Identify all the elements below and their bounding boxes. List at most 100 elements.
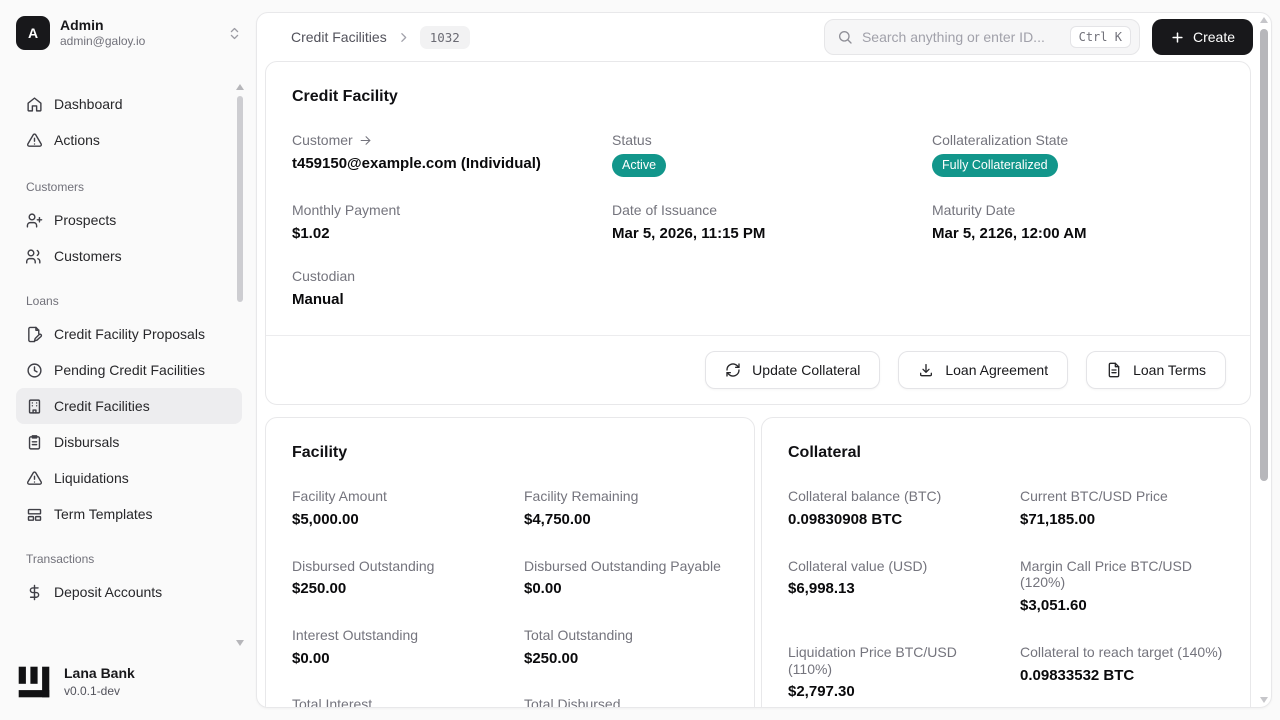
update-collateral-button[interactable]: Update Collateral: [705, 351, 881, 390]
field: Total Disbursed: [524, 696, 728, 708]
field-status: Status Active: [612, 132, 932, 177]
sidebar-item-customers[interactable]: Customers: [16, 238, 242, 274]
facility-title: Facility: [292, 444, 348, 462]
sidebar-item-label: Liquidations: [54, 470, 129, 486]
app-brand: Lana Bank v0.0.1-dev: [0, 650, 256, 720]
loan-terms-button[interactable]: Loan Terms: [1086, 351, 1226, 390]
field: Total Outstanding $250.00: [524, 627, 728, 668]
field-value: $0.00: [524, 580, 562, 598]
file-pen-icon: [26, 326, 43, 343]
sidebar-item-credit-facilities[interactable]: Credit Facilities: [16, 388, 242, 424]
field-value: $250.00: [524, 649, 579, 667]
credit-facility-fields: Customer t459150@example.com (Individual…: [292, 132, 1224, 309]
sidebar-item-label: Credit Facilities: [54, 398, 150, 414]
search-shortcut-badge: Ctrl K: [1069, 26, 1131, 48]
sidebar-item-prospects[interactable]: Prospects: [16, 202, 242, 238]
field-value: $2,797.30: [788, 683, 855, 701]
field-label: Facility Remaining: [524, 488, 639, 505]
topbar: Credit Facilities 1032 Ctrl K Create: [257, 13, 1271, 61]
field-label: Total Disbursed: [524, 696, 621, 708]
sidebar-item-label: Customers: [54, 248, 122, 264]
field-value: Mar 5, 2126, 12:00 AM: [932, 224, 1087, 242]
sidebar-item-deposit-accounts[interactable]: Deposit Accounts: [16, 574, 242, 610]
user-menu[interactable]: A Admin admin@galoy.io: [0, 0, 256, 60]
main-scroll-down-arrow[interactable]: [1260, 697, 1268, 703]
breadcrumb: Credit Facilities 1032: [291, 25, 470, 49]
main-scroll-up-arrow[interactable]: [1260, 17, 1268, 23]
field-value: $0.00: [292, 649, 330, 667]
customer-value: t459150@example.com (Individual): [292, 154, 541, 172]
plus-icon: [1170, 30, 1185, 45]
field-customer: Customer t459150@example.com (Individual…: [292, 132, 612, 177]
search-input[interactable]: [861, 29, 1061, 45]
sidebar: A Admin admin@galoy.io Dashboard Actions…: [0, 0, 256, 720]
chevron-right-icon: [397, 31, 410, 44]
sidebar-item-pending-credit-facilities[interactable]: Pending Credit Facilities: [16, 352, 242, 388]
user-plus-icon: [26, 212, 43, 229]
users-icon: [26, 248, 43, 265]
main-scrollbar-thumb[interactable]: [1260, 29, 1268, 481]
field-value: Manual: [292, 290, 344, 308]
app-name: Lana Bank: [64, 664, 135, 681]
chevrons-up-down-icon[interactable]: [227, 26, 242, 41]
field: Liquidation Price BTC/USD (110%) $2,797.…: [788, 644, 1020, 702]
status-badge: Active: [612, 153, 667, 177]
field-value: 0.09830908 BTC: [788, 511, 903, 529]
sidebar-scroll-up-arrow[interactable]: [236, 84, 244, 90]
field-label: Facility Amount: [292, 488, 387, 505]
field: Total Interest: [292, 696, 524, 707]
field-custodian: Custodian Manual: [292, 268, 612, 309]
collateralization-badge: Fully Collateralized: [932, 153, 1058, 177]
user-name: Admin: [60, 16, 104, 33]
customer-link[interactable]: Customer: [292, 132, 612, 149]
field-value: $3,051.60: [1020, 597, 1087, 615]
detail-cards-row: Facility Facility Amount $5,000.00 Facil…: [265, 417, 1251, 708]
layout-panels-icon: [26, 506, 43, 523]
field-maturity-date: Maturity Date Mar 5, 2126, 12:00 AM: [932, 202, 1224, 243]
field-value: $1.02: [292, 224, 330, 242]
breadcrumb-credit-facilities-link[interactable]: Credit Facilities: [291, 29, 387, 45]
field-label: Status: [612, 132, 652, 148]
field-label: Total Outstanding: [524, 626, 633, 643]
button-label: Loan Agreement: [945, 362, 1049, 379]
field-label: Maturity Date: [932, 201, 1016, 218]
field: Collateral to reach target (140%) 0.0983…: [1020, 644, 1224, 702]
bank-building-icon: [26, 398, 43, 415]
credit-facility-card: Credit Facility Customer t459150@example…: [265, 61, 1251, 406]
field-label: Monthly Payment: [292, 201, 401, 218]
sidebar-scroll-down-arrow[interactable]: [236, 640, 244, 646]
field-label: Date of Issuance: [612, 201, 718, 218]
sidebar-item-disbursals[interactable]: Disbursals: [16, 424, 242, 460]
alert-triangle-icon: [26, 470, 43, 487]
breadcrumb-facility-id-badge: 1032: [419, 25, 470, 49]
field-label: Liquidation Price BTC/USD (110%): [788, 643, 957, 677]
field-label: Collateralization State: [932, 132, 1069, 148]
field: Interest Outstanding $0.00: [292, 627, 524, 668]
sidebar-item-term-templates[interactable]: Term Templates: [16, 496, 242, 532]
field-value: 0.09833532 BTC: [1020, 666, 1135, 684]
file-text-icon: [1106, 362, 1122, 378]
loan-agreement-button[interactable]: Loan Agreement: [898, 351, 1069, 390]
sidebar-scrollbar-thumb[interactable]: [237, 96, 243, 302]
field-value: $4,750.00: [524, 511, 591, 529]
refresh-icon: [725, 362, 741, 378]
global-search[interactable]: Ctrl K: [823, 19, 1140, 55]
sidebar-item-actions[interactable]: Actions: [16, 122, 242, 158]
field-label: Collateral value (USD): [788, 557, 928, 574]
sidebar-item-credit-facility-proposals[interactable]: Credit Facility Proposals: [16, 316, 242, 352]
facility-card: Facility Facility Amount $5,000.00 Facil…: [265, 417, 755, 708]
sidebar-item-liquidations[interactable]: Liquidations: [16, 460, 242, 496]
field: Disbursed Outstanding $250.00: [292, 558, 524, 599]
nav-section-customers: Customers: [26, 180, 85, 194]
field-value: $5,000.00: [292, 511, 359, 529]
main-panel: Credit Facilities 1032 Ctrl K Create: [256, 12, 1272, 708]
sidebar-item-dashboard[interactable]: Dashboard: [16, 86, 242, 122]
field: Margin Call Price BTC/USD (120%) $3,051.…: [1020, 558, 1224, 616]
sidebar-item-label: Actions: [54, 132, 100, 148]
field-monthly-payment: Monthly Payment $1.02: [292, 202, 612, 243]
clock-icon: [26, 362, 43, 379]
user-meta: Admin admin@galoy.io: [60, 17, 217, 50]
field-date-of-issuance: Date of Issuance Mar 5, 2026, 11:15 PM: [612, 202, 932, 243]
create-button[interactable]: Create: [1151, 19, 1253, 55]
nav-section-transactions: Transactions: [26, 552, 95, 566]
